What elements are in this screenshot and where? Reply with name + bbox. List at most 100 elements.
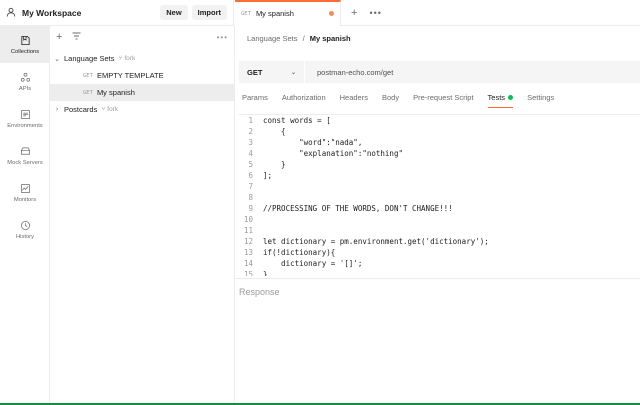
code-line: 10 (239, 214, 640, 225)
sidebar-item-history[interactable]: History (0, 211, 50, 248)
code-text: ]; (263, 171, 273, 180)
sidebar-item-apis[interactable]: APIs (0, 63, 50, 100)
tab-title: My spanish (255, 9, 294, 18)
code-line: 9 //PROCESSING OF THE WORDS, DON'T CHANGE… (239, 203, 640, 214)
line-number: 8 (248, 193, 253, 202)
import-button[interactable]: Import (191, 5, 227, 20)
breadcrumb-separator: / (302, 34, 305, 43)
code-text: //PROCESSING OF THE WORDS, DON'T CHANGE!… (263, 204, 453, 213)
chevron-down-icon[interactable]: ⌄ (50, 55, 64, 63)
code-line: 2 { (239, 126, 640, 137)
line-number: 6 (248, 171, 253, 180)
line-number: 2 (248, 127, 253, 136)
sidebar-item-label: Mock Servers (7, 159, 43, 166)
code-line: 4 "explanation":"nothing" (239, 148, 640, 159)
collections-icon (20, 35, 30, 45)
sidebar-item-label: Monitors (13, 196, 37, 203)
code-text: let dictionary = pm.environment.get('dic… (263, 237, 489, 246)
tree-toolbar: + ••• (50, 26, 234, 48)
tab-pre-request-script[interactable]: Pre-request Script (413, 93, 473, 108)
code-text: if(!dictionary){ (263, 248, 336, 257)
code-editor[interactable]: 1 const words = [ 2 { 3 "word":"nada", 4 … (239, 114, 640, 276)
collection-postcards[interactable]: › Postcards ⑂ fork (50, 101, 234, 118)
fork-label: fork (107, 106, 119, 113)
request-tabbar: GET My spanish + ••• (235, 0, 640, 26)
tree-more-icon[interactable]: ••• (217, 33, 228, 42)
line-number: 5 (248, 160, 253, 169)
tab-method: GET (241, 10, 251, 17)
mock-servers-icon (20, 146, 30, 155)
request-method: GET (83, 89, 93, 96)
line-number: 4 (248, 149, 253, 158)
request-my-spanish[interactable]: GET My spanish (50, 84, 234, 101)
workspace-header: My Workspace New Import (0, 0, 234, 26)
code-text: const words = [ (263, 116, 331, 125)
new-button[interactable]: New (160, 5, 188, 20)
filter-icon[interactable] (72, 32, 81, 42)
breadcrumb-parent[interactable]: Language Sets (247, 34, 297, 43)
tests-active-dot-icon (508, 95, 514, 100)
line-number: 15 (243, 270, 253, 276)
line-number: 13 (243, 248, 253, 257)
collection-language-sets[interactable]: ⌄ Language Sets ⑂ fork (50, 50, 234, 67)
code-line: 13 if(!dictionary){ (239, 247, 640, 258)
sidebar-item-label: Collections (10, 48, 40, 55)
tab-tests[interactable]: Tests (487, 93, 514, 108)
monitors-icon (20, 183, 30, 193)
code-text: { (263, 127, 286, 136)
sidebar-item-label: APIs (18, 85, 32, 92)
breadcrumb-current: My spanish (309, 34, 351, 43)
tab-body[interactable]: Body (382, 93, 399, 108)
tab-settings[interactable]: Settings (527, 93, 554, 108)
response-heading: Response (239, 287, 280, 297)
apis-icon (20, 72, 30, 82)
chevron-down-icon: ⌄ (290, 69, 296, 76)
code-text: dictionary = '[]'; (263, 259, 363, 268)
tab-my-spanish[interactable]: GET My spanish (235, 0, 341, 26)
sidebar-item-label: History (15, 233, 35, 240)
environments-icon (20, 109, 30, 119)
new-tab-plus-icon[interactable]: + (351, 7, 357, 19)
code-line: 8 (239, 192, 640, 203)
collection-name: Postcards (64, 105, 98, 114)
request-name: EMPTY TEMPLATE (96, 71, 164, 80)
request-empty-template[interactable]: GET EMPTY TEMPLATE (50, 67, 234, 84)
tab-more-icon[interactable]: ••• (369, 8, 381, 18)
chevron-right-icon[interactable]: › (50, 106, 64, 113)
code-line: 6]; (239, 170, 640, 181)
sidebar-rail: Collections APIs Environments Mock Serve… (0, 26, 50, 403)
line-number: 9 (248, 204, 253, 213)
history-icon (20, 220, 30, 230)
line-number: 10 (243, 215, 253, 224)
code-line: 14 dictionary = '[]'; (239, 258, 640, 269)
sidebar-item-label: Environments (7, 122, 43, 129)
response-divider[interactable] (235, 278, 640, 279)
code-line: 3 "word":"nada", (239, 137, 640, 148)
tab-headers[interactable]: Headers (340, 93, 368, 108)
user-icon (6, 7, 16, 19)
method-select[interactable]: GET ⌄ (239, 61, 305, 83)
sidebar-item-environments[interactable]: Environments (0, 100, 50, 137)
request-name: My spanish (96, 88, 135, 97)
request-method: GET (83, 72, 93, 79)
code-text: } (263, 160, 286, 169)
add-collection-plus-icon[interactable]: + (56, 31, 62, 43)
workspace-title[interactable]: My Workspace (22, 8, 156, 18)
url-bar: GET ⌄ postman-echo.com/get (239, 61, 640, 83)
code-line: 7 (239, 181, 640, 192)
line-number: 11 (243, 226, 253, 235)
unsaved-dot-icon[interactable] (329, 11, 334, 16)
sidebar-item-collections[interactable]: Collections (0, 26, 50, 63)
sidebar-item-mock-servers[interactable]: Mock Servers (0, 137, 50, 174)
code-text: "explanation":"nothing" (263, 149, 403, 158)
sidebar-item-monitors[interactable]: Monitors (0, 174, 50, 211)
url-input[interactable]: postman-echo.com/get (305, 68, 393, 77)
request-subtabs: Params Authorization Headers Body Pre-re… (242, 93, 568, 108)
tab-params[interactable]: Params (242, 93, 268, 108)
fork-label: fork (124, 55, 136, 62)
line-number: 3 (248, 138, 253, 147)
tab-authorization[interactable]: Authorization (282, 93, 326, 108)
line-number: 1 (248, 116, 253, 125)
fork-icon: ⑂ (118, 55, 123, 62)
request-panel: Language Sets / My spanish GET ⌄ postman… (235, 27, 640, 403)
